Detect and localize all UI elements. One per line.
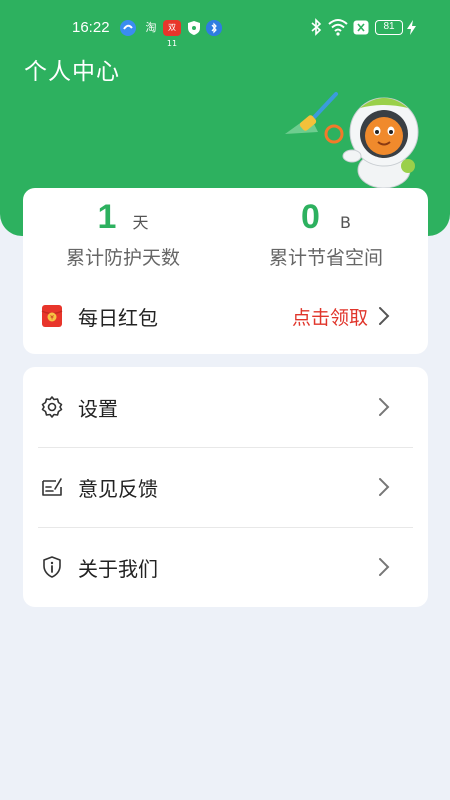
menu-item-label: 关于我们 — [78, 556, 158, 581]
stats-card: 1天 累计防护天数 0B 累计节省空间 — [23, 188, 428, 290]
no-sim-icon — [353, 20, 369, 39]
menu-item-about-us[interactable]: 关于我们 — [23, 527, 428, 607]
saved-space-label: 累计节省空间 — [268, 247, 383, 269]
chevron-right-icon — [379, 478, 390, 496]
chevron-right-icon — [379, 307, 390, 325]
double-eleven-app-icon: 双11 — [163, 20, 181, 48]
charging-icon — [407, 20, 416, 39]
menu-item-label: 意见反馈 — [78, 476, 158, 501]
red-envelope-icon: ¥ — [41, 305, 63, 327]
gear-icon — [41, 396, 63, 418]
chevron-right-icon — [379, 558, 390, 576]
status-time: 16:22 — [72, 19, 110, 36]
page-title: 个人中心 — [24, 59, 120, 85]
chevron-right-icon — [379, 398, 390, 416]
saved-space-stat: 0B 累计节省空间 — [226, 198, 426, 270]
menu-item-feedback[interactable]: 意见反馈 — [23, 447, 428, 527]
daily-red-packet-row[interactable]: ¥ 每日红包 点击领取 — [23, 278, 428, 354]
protect-days-stat: 1天 累计防护天数 — [23, 198, 223, 270]
saved-space-unit: B — [339, 213, 351, 232]
mascot-illustration — [285, 92, 419, 189]
bluetooth-app-icon — [206, 20, 222, 36]
svg-text:¥: ¥ — [50, 315, 54, 322]
feedback-icon — [42, 478, 62, 496]
status-bar: 16:22 淘 双11 81 — [0, 0, 450, 56]
protect-days-label: 累计防护天数 — [65, 247, 180, 269]
shield-app-icon — [186, 20, 202, 36]
bluetooth-icon — [310, 18, 322, 40]
red-packet-label: 每日红包 — [78, 305, 158, 330]
battery-level: 81 — [375, 20, 403, 35]
menu-item-label: 设置 — [78, 396, 118, 421]
info-shield-icon — [43, 556, 61, 578]
protect-days-value: 1 — [97, 198, 117, 236]
saved-space-value: 0 — [301, 198, 320, 236]
menu-item-settings[interactable]: 设置 — [23, 367, 428, 447]
taobao-app-icon: 淘 — [145, 21, 157, 34]
menu-card: 设置 意见反馈 关于我们 — [23, 367, 428, 607]
protect-days-unit: 天 — [132, 213, 149, 232]
wifi-icon — [328, 18, 348, 40]
browser-app-icon — [120, 20, 136, 36]
claim-link[interactable]: 点击领取 — [292, 303, 368, 330]
